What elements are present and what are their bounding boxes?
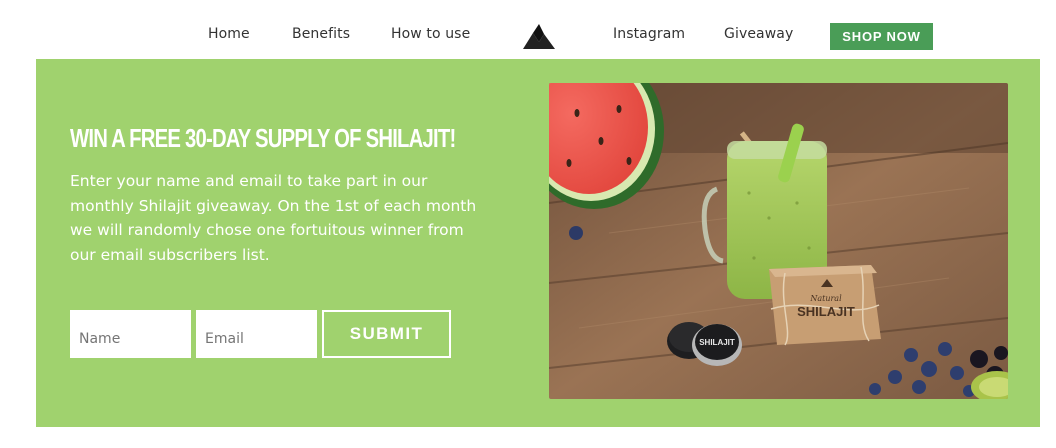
giveaway-panel: WIN A FREE 30-DAY SUPPLY OF SHILAJIT! En… [36, 59, 1040, 427]
nav-link-how-to-use[interactable]: How to use [391, 26, 470, 42]
nav-link-instagram[interactable]: Instagram [613, 26, 685, 42]
top-navigation: Home Benefits How to use Instagram Givea… [0, 0, 1056, 58]
mountain-logo-icon[interactable] [520, 22, 558, 50]
email-input[interactable] [196, 310, 317, 358]
nav-link-benefits[interactable]: Benefits [292, 26, 350, 42]
box-label-top: Natural [809, 294, 842, 303]
submit-button[interactable]: SUBMIT [322, 310, 451, 358]
box-label-main: SHILAJIT [797, 304, 855, 319]
name-input[interactable] [70, 310, 191, 358]
nav-link-giveaway[interactable]: Giveaway [724, 26, 793, 42]
giveaway-title: WIN A FREE 30-DAY SUPPLY OF SHILAJIT! [70, 123, 456, 153]
product-photo: Natural SHILAJIT SHILAJIT [549, 83, 1008, 399]
jar-label: SHILAJIT [699, 338, 735, 347]
nav-link-home[interactable]: Home [208, 26, 250, 42]
giveaway-description: Enter your name and email to take part i… [70, 172, 477, 264]
shop-now-button[interactable]: SHOP NOW [830, 23, 933, 50]
